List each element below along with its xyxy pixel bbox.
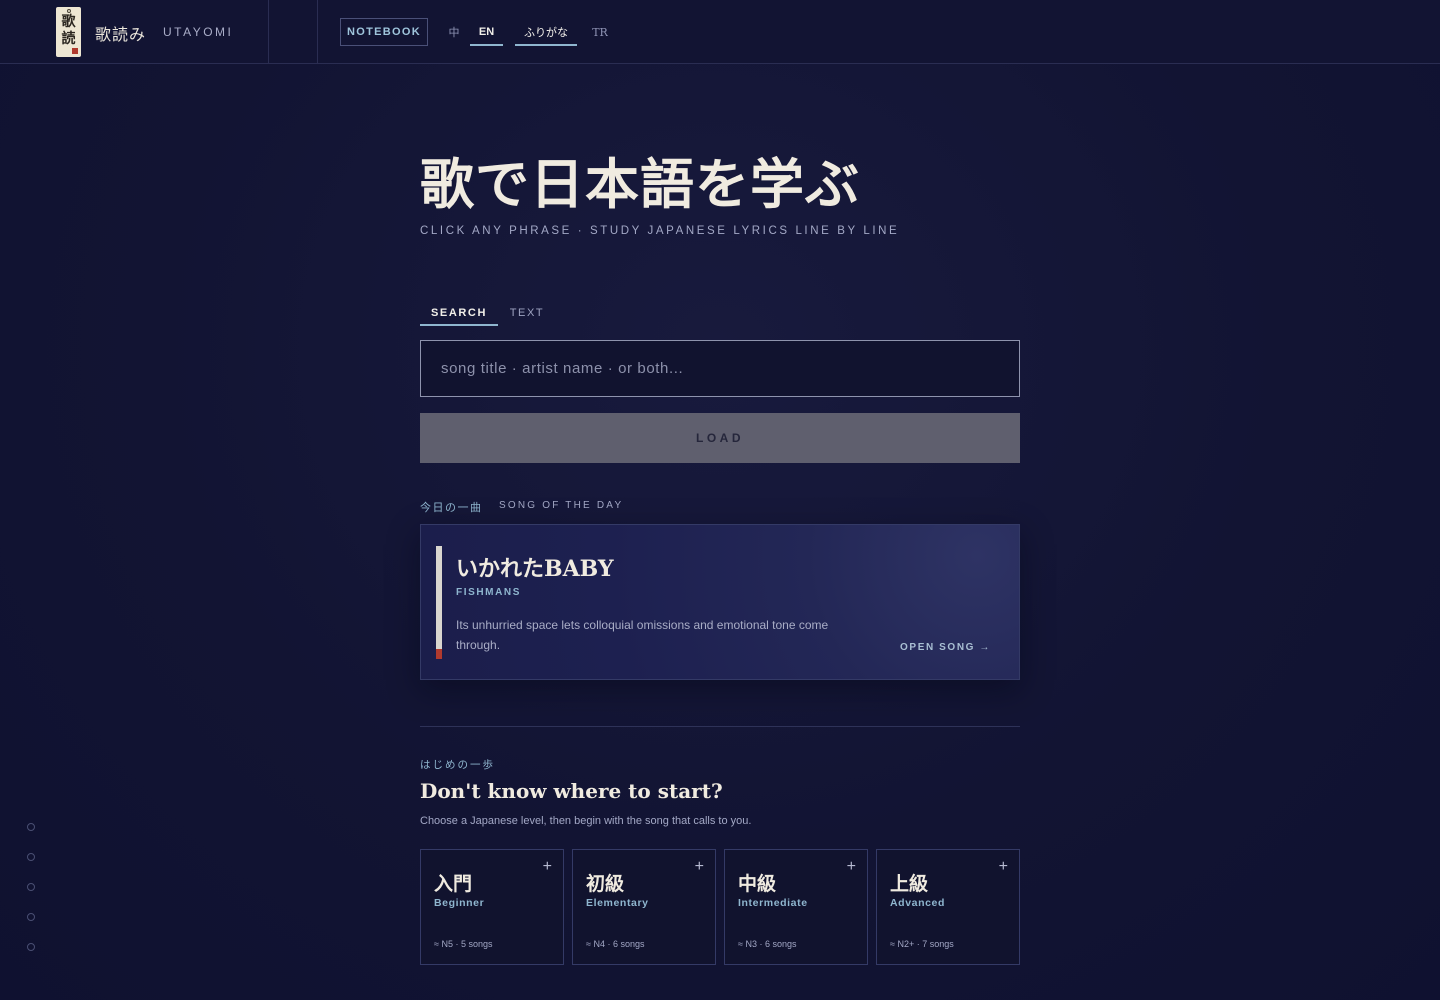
page-title: 歌で日本語を学ぶ (420, 152, 860, 216)
level-name-jp: 入門 (434, 873, 473, 895)
tab-label: TEXT (509, 307, 545, 319)
plus-icon: + (542, 858, 552, 875)
logo-char-1: 歌 (61, 14, 76, 30)
search-input[interactable] (420, 340, 1020, 397)
header-divider (317, 0, 318, 64)
level-name-en: Intermediate (738, 897, 808, 909)
brand-name-jp: 歌読み (95, 25, 147, 44)
level-meta: ≈ N5 · 5 songs (434, 939, 493, 949)
nav-dot-icon[interactable] (27, 943, 35, 951)
page-subtitle: CLICK ANY PHRASE · STUDY JAPANESE LYRICS… (420, 225, 900, 237)
start-heading: Don't know where to start? (420, 779, 723, 803)
song-description: Its unhurried space lets colloquial omis… (456, 618, 829, 652)
level-meta: ≈ N2+ · 7 songs (890, 939, 954, 949)
song-artist: FISHMANS (456, 587, 522, 598)
lang-label: 中 (448, 27, 460, 39)
nav-dot-icon[interactable] (27, 913, 35, 921)
load-button[interactable]: LOAD (420, 413, 1020, 463)
logo-tag-icon: 歌 読 (56, 7, 81, 57)
start-label-jp: はじめの一歩 (420, 759, 495, 771)
logo-hole (66, 9, 71, 13)
plus-icon: + (694, 858, 704, 875)
song-title: いかれたBABY (456, 556, 614, 582)
song-of-day-label-jp: 今日の一曲 (420, 501, 483, 514)
level-card-advanced[interactable]: + 上級 Advanced ≈ N2+ · 7 songs (876, 849, 1020, 965)
level-card-intermediate[interactable]: + 中級 Intermediate ≈ N3 · 6 songs (724, 849, 868, 965)
nav-dot-icon[interactable] (27, 883, 35, 891)
plus-icon: + (998, 858, 1008, 875)
active-underline (515, 44, 577, 46)
level-meta: ≈ N4 · 6 songs (586, 939, 645, 949)
lang-translation[interactable]: TR (589, 18, 611, 46)
level-name-jp: 中級 (738, 873, 777, 895)
song-of-day-label-en: SONG OF THE DAY (499, 500, 624, 511)
lang-furigana[interactable]: ふりがな (515, 18, 577, 46)
brand-name-en: UTAYOMI (163, 25, 234, 39)
open-song-link[interactable]: OPEN SONG → (900, 642, 991, 653)
start-subtitle: Choose a Japanese level, then begin with… (420, 815, 752, 827)
lang-chinese[interactable]: 中 (446, 18, 462, 46)
lang-label: ふりがな (524, 27, 568, 39)
level-name-en: Elementary (586, 897, 649, 909)
notebook-button[interactable]: NOTEBOOK (340, 18, 428, 46)
brand-logo[interactable]: 歌 読 歌読み UTAYOMI (56, 7, 268, 57)
level-name-jp: 初級 (586, 873, 625, 895)
level-card-elementary[interactable]: + 初級 Elementary ≈ N4 · 6 songs (572, 849, 716, 965)
level-meta: ≈ N3 · 6 songs (738, 939, 797, 949)
active-underline (470, 44, 503, 46)
nav-dot-icon[interactable] (27, 823, 35, 831)
card-accent-bar (436, 546, 442, 649)
lang-label: TR (592, 25, 608, 39)
level-card-beginner[interactable]: + 入門 Beginner ≈ N5 · 5 songs (420, 849, 564, 965)
section-nav-dots (27, 823, 37, 973)
song-of-day-card[interactable]: いかれたBABY FISHMANS Its unhurried space le… (420, 524, 1020, 680)
level-name-jp: 上級 (890, 873, 929, 895)
lang-english[interactable]: EN (470, 18, 503, 46)
section-divider (420, 726, 1020, 727)
tab-label: SEARCH (430, 307, 488, 319)
active-underline (420, 324, 498, 326)
header-divider (268, 0, 269, 64)
plus-icon: + (846, 858, 856, 875)
nav-dot-icon[interactable] (27, 853, 35, 861)
card-seal-mark (436, 649, 442, 659)
tab-text[interactable]: TEXT (505, 300, 549, 326)
level-name-en: Beginner (434, 897, 485, 909)
logo-seal (72, 48, 78, 54)
logo-char-2: 読 (61, 31, 76, 47)
top-header: 歌 読 歌読み UTAYOMI NOTEBOOK 中 EN ふりがな TR (0, 0, 1440, 64)
tab-search[interactable]: SEARCH (420, 300, 498, 326)
lang-label: EN (478, 26, 495, 38)
level-name-en: Advanced (890, 897, 945, 909)
